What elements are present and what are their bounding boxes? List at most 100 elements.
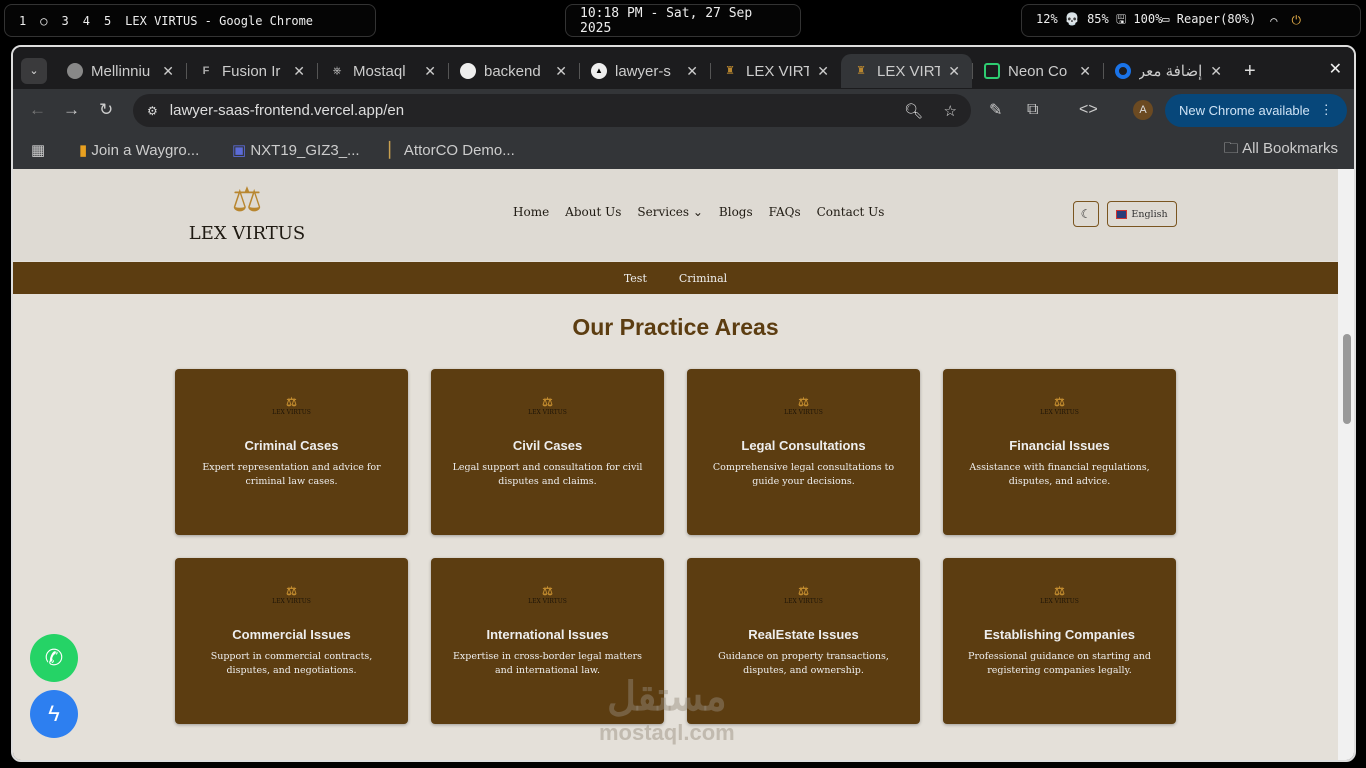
devtools-icon[interactable]: <>: [1079, 101, 1098, 119]
close-tab-icon[interactable]: ✕: [1210, 63, 1222, 80]
tab[interactable]: ⎈ Mostaql ✕: [317, 54, 448, 88]
db-icon: [460, 63, 476, 79]
neon-icon: [984, 63, 1000, 79]
workspace-bar: 1 ○ 3 4 5 LEX VIRTUS - Google Chrome: [4, 4, 376, 37]
tab[interactable]: ▲ lawyer-s ✕: [579, 54, 710, 88]
nav-contact[interactable]: Contact Us: [817, 205, 885, 219]
globe-icon: [67, 63, 83, 79]
chrome-window: ⌄ Mellinniu ✕ F Fusion Ir ✕ ⎈ Mostaql ✕ backe…: [11, 45, 1356, 762]
card-title: RealEstate Issues: [748, 627, 859, 642]
card-logo: ⚖ LEX VIRTUS: [175, 585, 408, 609]
practice-card[interactable]: ⚖ LEX VIRTUS Financial Issues Assistance wi…: [943, 369, 1176, 535]
tab[interactable]: Mellinniu ✕: [55, 54, 186, 88]
close-tab-icon[interactable]: ✕: [686, 63, 698, 80]
circle-icon: [1115, 63, 1131, 79]
page-scrollbar[interactable]: [1338, 169, 1354, 760]
fusion-icon: F: [202, 65, 210, 77]
site-logo[interactable]: ⚖ LEX VIRTUS: [184, 177, 310, 244]
bookmark-star-icon[interactable]: ☆: [944, 102, 957, 120]
workspace-3[interactable]: 3: [61, 14, 68, 28]
avatar[interactable]: A: [1133, 100, 1153, 120]
site-info-icon[interactable]: ⚙: [147, 104, 158, 118]
toolbar: ← → ↻ ⚙ lawyer-saas-frontend.vercel.app/…: [13, 89, 1354, 131]
workspace-4[interactable]: 4: [83, 14, 90, 28]
nav-about[interactable]: About Us: [565, 205, 621, 219]
nav-services[interactable]: Services ⌄: [637, 205, 703, 219]
more-icon: ⋮: [1319, 102, 1333, 117]
card-description: Assistance with financial regulations, d…: [969, 462, 1150, 487]
tab-active[interactable]: ♜ LEX VIRT ✕: [841, 54, 972, 88]
practice-card[interactable]: ⚖ LEX VIRTUS Establishing Companies Profess…: [943, 558, 1176, 724]
card-description: Support in commercial contracts, dispute…: [210, 651, 373, 676]
dark-mode-toggle[interactable]: ☾: [1073, 201, 1099, 227]
nav-blogs[interactable]: Blogs: [719, 205, 753, 219]
nav-faqs[interactable]: FAQs: [769, 205, 801, 219]
power-icon[interactable]: ⏻: [1291, 13, 1301, 28]
workspace-2[interactable]: ○: [40, 14, 47, 28]
eyedropper-icon[interactable]: ✎: [989, 100, 1002, 120]
folder-icon: 🗀: [1223, 139, 1243, 157]
extensions-icon[interactable]: ⧉: [1027, 101, 1038, 119]
new-tab-button[interactable]: +: [1244, 60, 1256, 83]
close-tab-icon[interactable]: ✕: [424, 63, 436, 80]
url-text[interactable]: lawyer-saas-frontend.vercel.app/en: [170, 102, 404, 119]
workspace-5[interactable]: 5: [104, 14, 111, 28]
bookmark[interactable]: ▮ Join a Waygro...: [79, 141, 199, 159]
close-tab-icon[interactable]: ✕: [1079, 63, 1091, 80]
practice-card[interactable]: ⚖ LEX VIRTUS Civil Cases Legal support and …: [431, 369, 664, 535]
mostaql-watermark: مستقل mostaql.com: [599, 675, 735, 745]
tab[interactable]: Neon Co ✕: [972, 54, 1103, 88]
practice-card[interactable]: ⚖ LEX VIRTUS Legal Consultations Comprehens…: [687, 369, 920, 535]
practice-card[interactable]: ⚖ LEX VIRTUS Commercial Issues Support in c…: [175, 558, 408, 724]
scales-icon: ⚖: [542, 584, 553, 598]
scales-icon: ⚖: [798, 584, 809, 598]
tab[interactable]: backend ✕: [448, 54, 579, 88]
scales-icon: ⚖: [231, 181, 263, 219]
update-chrome-button[interactable]: New Chrome available ⋮: [1165, 93, 1347, 127]
whatsapp-button[interactable]: ✆: [30, 634, 78, 682]
scrollbar-thumb[interactable]: [1343, 334, 1351, 424]
card-logo: ⚖ LEX VIRTUS: [431, 585, 664, 609]
close-tab-icon[interactable]: ✕: [555, 63, 567, 80]
zoom-icon[interactable]: 🔍︎: [904, 102, 923, 120]
subnav-criminal[interactable]: Criminal: [679, 272, 727, 285]
reload-icon[interactable]: ↻: [99, 100, 113, 120]
card-title: Legal Consultations: [741, 438, 866, 453]
card-logo: ⚖ LEX VIRTUS: [943, 396, 1176, 420]
tab[interactable]: F Fusion Ir ✕: [186, 54, 317, 88]
language-select[interactable]: English: [1107, 201, 1177, 227]
card-title: International Issues: [486, 627, 609, 642]
practice-card[interactable]: ⚖ LEX VIRTUS Criminal Cases Expert represen…: [175, 369, 408, 535]
wifi-icon: ◠: [1270, 13, 1278, 28]
card-title: Criminal Cases: [244, 438, 339, 453]
card-title: Establishing Companies: [984, 627, 1135, 642]
workspace-1[interactable]: 1: [19, 14, 26, 28]
subnav-test[interactable]: Test: [624, 272, 647, 285]
back-icon[interactable]: ←: [29, 100, 46, 120]
close-tab-icon[interactable]: ✕: [817, 63, 829, 80]
scales-icon: ⚖: [798, 395, 809, 409]
apps-icon[interactable]: ▦: [31, 141, 45, 159]
tab[interactable]: ♜ LEX VIRT ✕: [710, 54, 841, 88]
web-page: ⚖ LEX VIRTUS Home About Us Services ⌄ Bl…: [13, 169, 1338, 760]
close-tab-icon[interactable]: ✕: [162, 63, 174, 80]
bookmark[interactable]: ▏ AttorCO Demo...: [389, 141, 515, 159]
tab[interactable]: إضافة معر ✕: [1103, 54, 1234, 88]
bookmark[interactable]: ▣ NXT19_GIZ3_...: [232, 141, 360, 159]
card-logo: ⚖ LEX VIRTUS: [431, 396, 664, 420]
messenger-button[interactable]: ϟ: [30, 690, 78, 738]
close-tab-icon[interactable]: ✕: [293, 63, 305, 80]
card-description: Comprehensive legal consultations to gui…: [712, 462, 895, 487]
close-tab-icon[interactable]: ✕: [948, 63, 960, 80]
card-description: Expert representation and advice for cri…: [202, 462, 381, 487]
forward-icon[interactable]: →: [63, 100, 80, 120]
window-title: LEX VIRTUS - Google Chrome: [125, 13, 314, 28]
address-bar[interactable]: ⚙ lawyer-saas-frontend.vercel.app/en 🔍︎ …: [133, 94, 971, 127]
nav-home[interactable]: Home: [513, 205, 549, 219]
messenger-icon: ϟ: [48, 701, 60, 726]
all-bookmarks[interactable]: 🗀 All Bookmarks: [1224, 138, 1338, 163]
close-window-button[interactable]: ✕: [1329, 59, 1342, 79]
openai-icon: ⎈: [332, 65, 342, 77]
scales-icon: ⚖: [286, 584, 297, 598]
tab-search-button[interactable]: ⌄: [21, 58, 47, 84]
